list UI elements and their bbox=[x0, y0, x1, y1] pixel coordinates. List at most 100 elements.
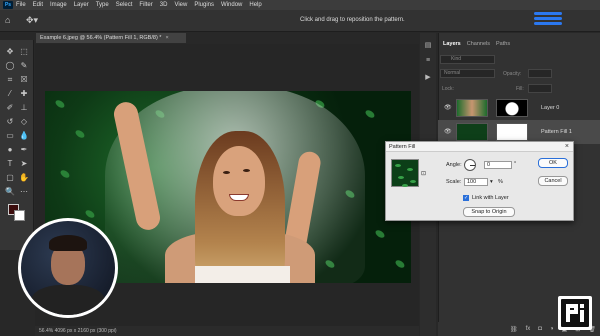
frame-tool-icon[interactable]: ☒ bbox=[18, 74, 30, 85]
menu-image[interactable]: Image bbox=[50, 2, 67, 8]
degree-symbol: ° bbox=[514, 161, 517, 167]
blend-mode-value: Normal bbox=[444, 70, 461, 76]
pattern-thumbnail bbox=[456, 123, 488, 141]
adjustment-layer-icon[interactable]: ◑ bbox=[550, 326, 554, 332]
close-icon[interactable]: × bbox=[565, 143, 569, 150]
options-bar: ⌂ ✥▾ Click and drag to reposition the pa… bbox=[0, 10, 600, 32]
tab-paths[interactable]: Paths bbox=[496, 41, 510, 47]
visibility-eye-icon[interactable]: 👁 bbox=[444, 104, 452, 111]
face bbox=[213, 146, 265, 216]
channel-logo bbox=[558, 296, 592, 330]
layer-mask-thumbnail[interactable] bbox=[496, 99, 528, 117]
link-with-layer-checkbox[interactable]: ✓ bbox=[463, 195, 469, 201]
pattern-picker[interactable] bbox=[391, 159, 419, 187]
overlay-stripes-icon bbox=[534, 12, 562, 28]
options-hint: Click and drag to reposition the pattern… bbox=[300, 17, 405, 23]
app-logo: Ps bbox=[3, 1, 13, 9]
photoshop-window: Ps File Edit Image Layer Type Select Fil… bbox=[0, 0, 600, 336]
menu-file[interactable]: File bbox=[16, 2, 26, 8]
menu-select[interactable]: Select bbox=[116, 2, 133, 8]
fx-icon[interactable]: fx bbox=[526, 326, 531, 332]
panel-tabs: Layers Channels Paths bbox=[443, 41, 510, 47]
menu-layer[interactable]: Layer bbox=[74, 2, 89, 8]
tab-layers[interactable]: Layers bbox=[443, 41, 461, 47]
blur-tool-icon[interactable]: 💧 bbox=[18, 130, 30, 141]
snap-to-origin-button[interactable]: Snap to Origin bbox=[463, 207, 515, 217]
properties-panel-icon[interactable]: ≡ bbox=[423, 57, 433, 66]
kind-label: Kind bbox=[451, 56, 462, 62]
dialog-title: Pattern Fill bbox=[386, 142, 573, 152]
status-bar: 56.4% 4096 px x 2160 px (300 ppi) bbox=[35, 326, 419, 336]
angle-label: Angle: bbox=[446, 162, 462, 168]
shape-tool-icon[interactable]: ▢ bbox=[4, 172, 16, 183]
menu-plugins[interactable]: Plugins bbox=[194, 2, 214, 8]
lasso-tool-icon[interactable]: ◯ bbox=[4, 60, 16, 71]
scale-label: Scale: bbox=[446, 179, 462, 185]
angle-dial[interactable] bbox=[464, 159, 476, 171]
opacity-field[interactable] bbox=[528, 69, 552, 78]
move-tool-icon[interactable]: ✥ bbox=[4, 46, 16, 57]
document-tab[interactable]: Example 6.jpeg @ 56.4% (Pattern Fill 1, … bbox=[36, 33, 186, 43]
link-with-layer-label: Link with Layer bbox=[472, 195, 509, 201]
pattern-fill-dialog: Pattern Fill × ⊡ Angle: 0 ° Scale: 100 ▾… bbox=[385, 141, 574, 221]
menu-filter[interactable]: Filter bbox=[139, 2, 152, 8]
layer-row-layer0[interactable]: 👁 Layer 0 bbox=[438, 96, 600, 120]
eyedropper-tool-icon[interactable]: ⁄ bbox=[4, 88, 16, 99]
history-panel-icon[interactable]: ▤ bbox=[423, 41, 433, 50]
scale-input[interactable]: 100 bbox=[464, 178, 488, 186]
left-eye bbox=[223, 171, 230, 174]
scale-unit: % bbox=[498, 179, 503, 185]
home-icon[interactable]: ⌂ bbox=[5, 16, 15, 25]
right-eye bbox=[243, 169, 250, 172]
menu-type[interactable]: Type bbox=[96, 2, 109, 8]
menu-bar: Ps File Edit Image Layer Type Select Fil… bbox=[0, 0, 600, 10]
close-tab-icon[interactable]: × bbox=[165, 35, 168, 41]
cancel-button[interactable]: Cancel bbox=[538, 176, 568, 186]
dodge-tool-icon[interactable]: ● bbox=[4, 144, 16, 155]
layer-thumbnail bbox=[456, 99, 488, 117]
opacity-label: Opacity: bbox=[503, 71, 522, 77]
background-color-swatch[interactable] bbox=[14, 210, 25, 221]
fill-field[interactable] bbox=[528, 84, 552, 93]
layer-name: Pattern Fill 1 bbox=[541, 129, 572, 135]
zoom-tool-icon[interactable]: 🔍 bbox=[4, 186, 16, 197]
crop-tool-icon[interactable]: ⌗ bbox=[4, 74, 16, 85]
marquee-tool-icon[interactable]: ⬚ bbox=[18, 46, 30, 57]
menu-help[interactable]: Help bbox=[249, 2, 261, 8]
presenter-webcam bbox=[18, 218, 118, 318]
blend-mode-select[interactable]: Normal bbox=[440, 69, 495, 78]
healing-tool-icon[interactable]: ✚ bbox=[18, 88, 30, 99]
hand-tool-icon[interactable]: ✋ bbox=[18, 172, 30, 183]
lock-label: Lock: bbox=[442, 86, 454, 92]
tab-channels[interactable]: Channels bbox=[467, 41, 490, 47]
stamp-tool-icon[interactable]: ⊥ bbox=[18, 102, 30, 113]
angle-input[interactable]: 0 bbox=[484, 161, 512, 169]
menu-window[interactable]: Window bbox=[221, 2, 242, 8]
menu-items: File Edit Image Layer Type Select Filter… bbox=[16, 2, 262, 8]
quick-select-tool-icon[interactable]: ✎ bbox=[18, 60, 30, 71]
move-tool-icon[interactable]: ✥▾ bbox=[26, 15, 44, 27]
history-brush-icon[interactable]: ↺ bbox=[4, 116, 16, 127]
visibility-eye-icon[interactable]: 👁 bbox=[444, 128, 452, 135]
menu-view[interactable]: View bbox=[174, 2, 187, 8]
dress bbox=[195, 266, 290, 283]
link-layers-icon[interactable]: ⛓ bbox=[510, 326, 518, 333]
menu-edit[interactable]: Edit bbox=[33, 2, 43, 8]
layer-mask-thumbnail[interactable] bbox=[496, 123, 528, 141]
menu-3d[interactable]: 3D bbox=[160, 2, 168, 8]
more-tools-icon[interactable]: ⋯ bbox=[18, 186, 30, 197]
path-select-icon[interactable]: ➤ bbox=[18, 158, 30, 169]
gradient-tool-icon[interactable]: ▭ bbox=[4, 130, 16, 141]
pen-tool-icon[interactable]: ✒ bbox=[18, 144, 30, 155]
pattern-menu-icon[interactable]: ⊡ bbox=[421, 170, 426, 177]
ok-button[interactable]: OK bbox=[538, 158, 568, 168]
brush-tool-icon[interactable]: ✐ bbox=[4, 102, 16, 113]
actions-panel-icon[interactable]: ▶ bbox=[423, 73, 433, 82]
layer-name: Layer 0 bbox=[541, 105, 560, 111]
document-tab-title: Example 6.jpeg @ 56.4% (Pattern Fill 1, … bbox=[40, 35, 162, 41]
scale-slider-icon[interactable]: ▾ bbox=[490, 179, 493, 185]
type-tool-icon[interactable]: T bbox=[4, 158, 16, 169]
kind-filter[interactable]: Kind bbox=[440, 55, 495, 64]
add-mask-icon[interactable]: ◘ bbox=[538, 326, 542, 332]
eraser-tool-icon[interactable]: ◇ bbox=[18, 116, 30, 127]
